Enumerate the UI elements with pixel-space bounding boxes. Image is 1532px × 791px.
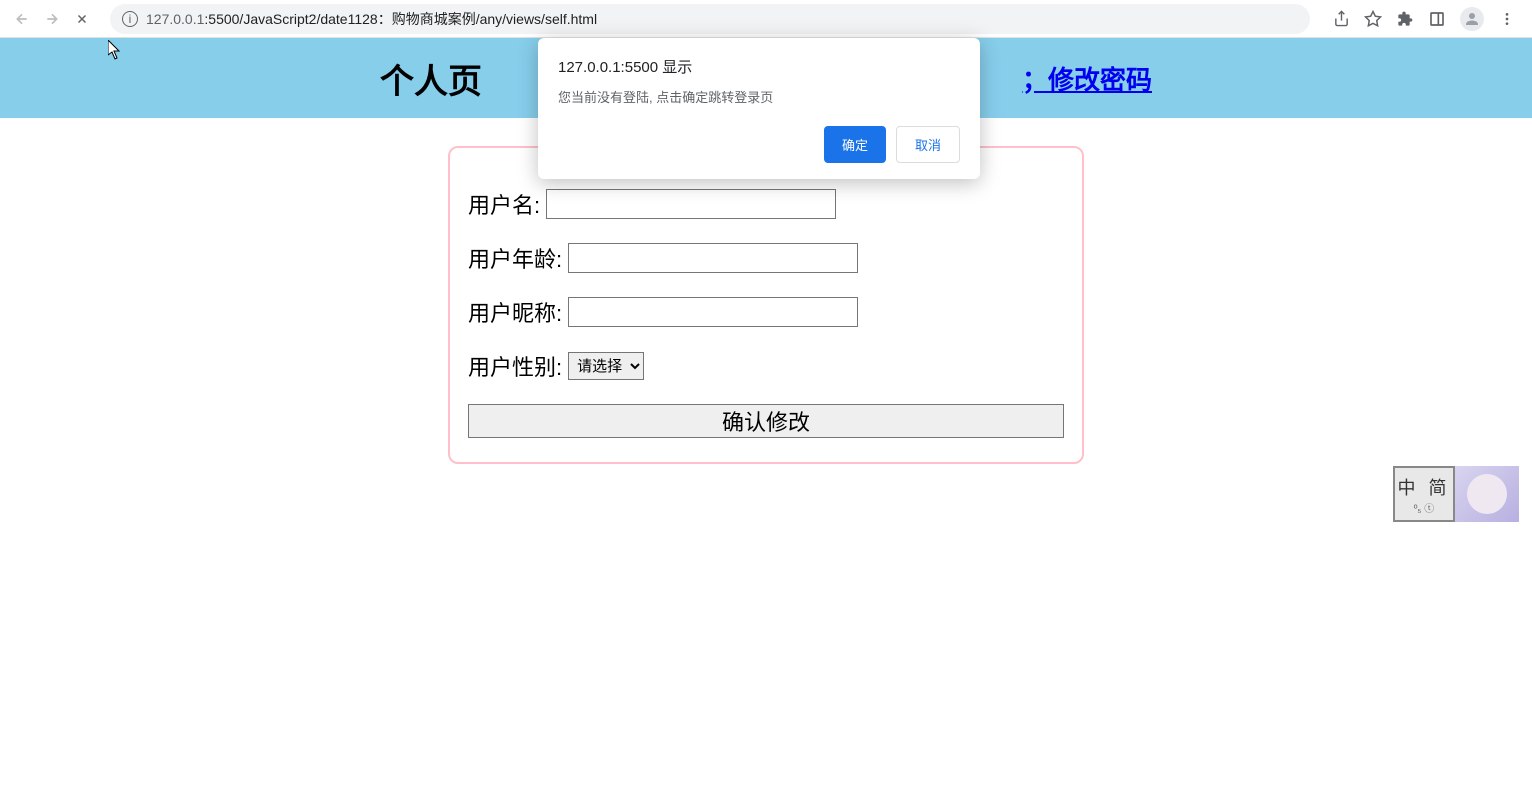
- ime-text: 中 简: [1397, 474, 1450, 500]
- site-info-icon[interactable]: i: [122, 11, 138, 27]
- row-username: 用户名:: [468, 188, 1064, 220]
- ime-avatar[interactable]: [1455, 466, 1519, 522]
- ime-status-box[interactable]: 中 简 º₅ ⓣ: [1393, 466, 1455, 522]
- alert-message: 您当前没有登陆, 点击确定跳转登录页: [558, 87, 960, 106]
- input-username[interactable]: [546, 189, 836, 219]
- row-gender: 用户性别: 请选择: [468, 350, 1064, 382]
- share-icon[interactable]: [1332, 10, 1350, 28]
- form-card: 用户名: 用户年龄: 用户昵称: 用户性别: 请选择 确认修改: [448, 146, 1084, 464]
- row-age: 用户年龄:: [468, 242, 1064, 274]
- forward-button[interactable]: [44, 11, 60, 27]
- alert-dialog: 127.0.0.1:5500 显示 您当前没有登陆, 点击确定跳转登录页 确定 …: [538, 38, 980, 179]
- menu-icon[interactable]: [1498, 10, 1516, 28]
- alert-buttons: 确定 取消: [558, 126, 960, 163]
- label-nickname: 用户昵称:: [468, 296, 562, 328]
- ime-widget[interactable]: 中 简 º₅ ⓣ: [1393, 466, 1519, 522]
- label-age: 用户年龄:: [468, 242, 562, 274]
- ime-avatar-face: [1467, 474, 1507, 514]
- page-title: 个人页: [380, 54, 482, 103]
- alert-title: 127.0.0.1:5500 显示: [558, 56, 960, 77]
- address-bar[interactable]: i 127.0.0.1:5500/JavaScript2/date1128：购物…: [110, 4, 1310, 34]
- link-change-password[interactable]: ；修改密码: [1022, 65, 1152, 95]
- nav-buttons: [8, 11, 96, 27]
- input-age[interactable]: [568, 243, 858, 273]
- input-nickname[interactable]: [568, 297, 858, 327]
- select-gender[interactable]: 请选择: [568, 352, 644, 380]
- ime-sub: º₅ ⓣ: [1414, 500, 1434, 515]
- browser-toolbar: i 127.0.0.1:5500/JavaScript2/date1128：购物…: [0, 0, 1532, 38]
- label-gender: 用户性别:: [468, 350, 562, 382]
- toolbar-right: [1324, 7, 1524, 31]
- stop-button[interactable]: [74, 11, 90, 27]
- alert-cancel-button[interactable]: 取消: [896, 126, 960, 163]
- row-nickname: 用户昵称:: [468, 296, 1064, 328]
- profile-icon[interactable]: [1460, 7, 1484, 31]
- panel-icon[interactable]: [1428, 10, 1446, 28]
- back-button[interactable]: [14, 11, 30, 27]
- submit-button[interactable]: 确认修改: [468, 404, 1064, 438]
- extensions-icon[interactable]: [1396, 10, 1414, 28]
- star-icon[interactable]: [1364, 10, 1382, 28]
- alert-ok-button[interactable]: 确定: [824, 126, 886, 163]
- label-username: 用户名:: [468, 188, 540, 220]
- url-text: 127.0.0.1:5500/JavaScript2/date1128：购物商城…: [146, 9, 597, 29]
- header-links: ；修改密码: [1022, 60, 1152, 97]
